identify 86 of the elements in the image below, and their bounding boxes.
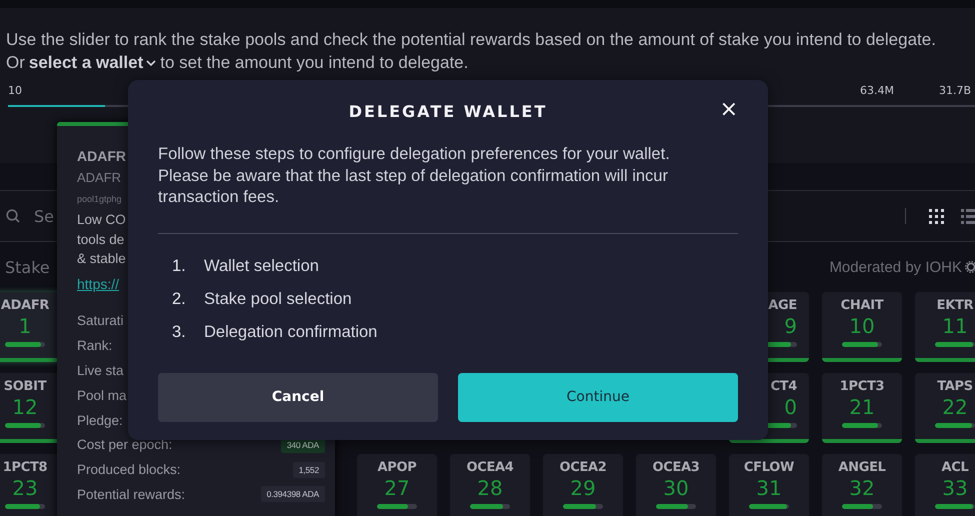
grid-view-icon[interactable] bbox=[929, 208, 944, 224]
close-button[interactable]: × bbox=[714, 99, 744, 121]
step-label: Stake pool selection bbox=[204, 288, 352, 310]
pool-ticker: ADAFR bbox=[0, 298, 50, 314]
slider-label: 63.4M bbox=[860, 84, 894, 97]
pool-ticker: ADAFR bbox=[77, 169, 122, 187]
pool-tile[interactable]: 1PCT3 21 bbox=[822, 373, 902, 443]
continue-button[interactable]: Continue bbox=[458, 372, 738, 422]
pool-tile[interactable]: CHAIT 10 bbox=[822, 292, 902, 362]
detail-label: Produced blocks: bbox=[77, 462, 181, 478]
pool-ticker: CHAIT bbox=[840, 298, 884, 314]
detail-label: Live sta bbox=[77, 362, 124, 378]
pool-tile[interactable]: ANGEL 32 bbox=[822, 454, 902, 516]
detail-label: Rank: bbox=[77, 338, 112, 354]
caret-icon[interactable] bbox=[146, 58, 156, 66]
dialog-title: DELEGATE WALLET bbox=[348, 102, 548, 120]
pool-link[interactable]: https:// bbox=[77, 272, 120, 294]
pool-ticker: APOP bbox=[378, 460, 416, 476]
detail-value: 1,552 bbox=[292, 462, 325, 478]
pool-description: & stable bbox=[77, 250, 126, 268]
step-number: 3. bbox=[172, 322, 187, 342]
pool-rank: 12 bbox=[12, 395, 38, 419]
pool-rank: 23 bbox=[12, 476, 38, 500]
pool-ticker: CFLOW bbox=[744, 460, 794, 476]
pool-ticker: 1PCT3 bbox=[840, 379, 884, 395]
pool-ticker: SOBIT bbox=[4, 379, 46, 395]
detail-label: Pledge: bbox=[77, 412, 123, 428]
cancel-button[interactable]: Cancel bbox=[158, 372, 438, 422]
pool-rank: 21 bbox=[849, 395, 875, 419]
pool-ticker: AGE bbox=[768, 298, 797, 314]
pool-ticker: ANGEL bbox=[838, 460, 886, 476]
pool-rank: 33 bbox=[942, 476, 968, 500]
section-title: Stake bbox=[5, 258, 50, 276]
step-number: 2. bbox=[172, 288, 187, 310]
step-label: Wallet selection bbox=[204, 256, 319, 276]
pool-rank: 0 bbox=[784, 395, 797, 419]
search-icon[interactable] bbox=[6, 209, 20, 223]
pool-tile[interactable]: OCEA4 28 bbox=[450, 454, 530, 516]
detail-label: Cost per epoch: bbox=[77, 437, 172, 452]
list-view-icon[interactable] bbox=[961, 208, 975, 224]
intro-text: to set the amount you intend to delegate. bbox=[160, 52, 468, 74]
pool-ticker: CT4 bbox=[770, 379, 797, 395]
pool-ticker: OCEA2 bbox=[559, 460, 607, 476]
step-number: 1. bbox=[172, 256, 187, 276]
dialog-description: Follow these steps to configure delegation preferences for your wallet. Please be aware that the last step of delegation confirmation will incur transaction fees. bbox=[158, 144, 671, 208]
pool-tile[interactable]: CFLOW 31 bbox=[729, 454, 809, 516]
pool-description: tools de bbox=[77, 230, 124, 248]
pool-rank: 29 bbox=[570, 476, 596, 500]
pool-rank: 1 bbox=[18, 314, 32, 338]
pool-tile[interactable]: OCEA3 30 bbox=[636, 454, 716, 516]
pool-rank: 31 bbox=[756, 476, 782, 500]
pool-ticker: OCEA4 bbox=[466, 460, 514, 476]
slider-label: 10 bbox=[8, 84, 22, 97]
intro-text: Use the slider to rank the stake pools and check the potential rewards based on the amount of stake you intend to delegate. bbox=[6, 29, 937, 51]
pool-rank: 11 bbox=[942, 314, 968, 338]
step-label: Delegation confirmation bbox=[204, 322, 378, 342]
intro-text: Or bbox=[6, 52, 25, 74]
pool-rank: 32 bbox=[849, 476, 875, 500]
pool-description: Low CO bbox=[77, 211, 126, 229]
pool-tile[interactable]: OCEA2 29 bbox=[543, 454, 623, 516]
pool-rank: 27 bbox=[384, 476, 410, 500]
detail-label: Potential rewards: bbox=[77, 486, 186, 502]
pool-tile[interactable]: EKTR 11 bbox=[915, 292, 975, 362]
pool-title: ADAFR bbox=[77, 147, 126, 166]
gear-icon bbox=[965, 261, 975, 273]
pool-ticker: ACL bbox=[942, 460, 968, 476]
wallet-dropdown[interactable]: select a wallet bbox=[28, 51, 156, 74]
detail-label: Saturati bbox=[77, 313, 124, 328]
pool-rank: 10 bbox=[849, 314, 875, 338]
moderation-note: Moderated by IOHK bbox=[829, 258, 962, 276]
pool-tile[interactable]: ACL 33 bbox=[915, 454, 975, 516]
slider-label: 31.7B bbox=[938, 84, 971, 97]
pool-ticker: EKTR bbox=[936, 298, 974, 314]
pool-ticker: TAPS bbox=[937, 379, 973, 395]
pool-tile[interactable]: TAPS 22 bbox=[915, 373, 975, 443]
pool-tile[interactable]: APOP 27 bbox=[357, 454, 437, 516]
search-field[interactable]: Se bbox=[34, 206, 56, 226]
pool-ticker: 1PCT8 bbox=[2, 460, 48, 476]
pool-rank: 28 bbox=[477, 476, 503, 500]
pool-rank: 22 bbox=[942, 395, 968, 419]
pool-rank: 9 bbox=[784, 314, 797, 338]
pool-rank: 30 bbox=[663, 476, 689, 500]
pool-id: pool1gtphg bbox=[77, 193, 122, 206]
detail-value: 0.394398 ADA bbox=[260, 486, 325, 502]
pool-ticker: OCEA3 bbox=[652, 460, 700, 476]
detail-label: Pool ma bbox=[77, 388, 127, 403]
